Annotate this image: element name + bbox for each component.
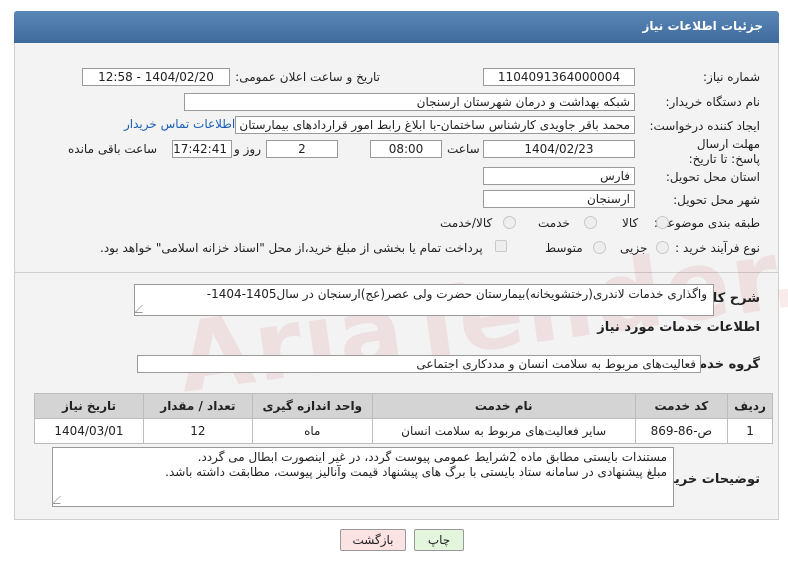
col-service-name: نام خدمت [371,393,636,419]
col-need-date: تاریخ نیاز [34,393,144,419]
days-label: روز و [234,142,261,156]
deadline-time-label: ساعت [447,142,480,156]
city-field[interactable]: ارسنجان [483,190,635,208]
creator-label: ایجاد کننده درخواست: [649,119,760,133]
col-row-number: ردیف [727,393,773,419]
buyer-notes-textarea[interactable]: مستندات بایستی مطابق ماده 2شرایط عمومی پ… [52,447,674,507]
creator-field[interactable]: محمد باقر جاویدی کارشناس ساختمان-با ابلا… [235,116,635,134]
services-section-title: اطلاعات خدمات مورد نیاز [597,320,760,335]
buyer-org-field[interactable]: شبکه بهداشت و درمان شهرستان ارسنجان [184,93,635,111]
resize-handle-icon[interactable] [52,496,68,504]
category-service-label: خدمت [538,216,570,230]
remaining-label: ساعت باقی مانده [68,142,158,156]
cell-service-code: ص-86-869 [634,418,729,444]
panel-header: جزئیات اطلاعات نیاز [14,11,779,43]
deadline-time-field[interactable]: 08:00 [370,140,442,158]
col-service-code: کد خدمت [634,393,729,419]
table-row[interactable]: 1 ص-86-869 سایر فعالیت‌های مربوط به سلام… [34,418,773,444]
category-service-radio[interactable] [584,216,597,229]
col-quantity: تعداد / مقدار [142,393,253,419]
category-goods-radio[interactable] [656,216,669,229]
panel-title: جزئیات اطلاعات نیاز [642,19,763,33]
col-unit: واحد اندازه گیری [251,393,373,419]
cell-quantity: 12 [142,418,253,444]
buyer-contact-link[interactable]: اطلاعات تماس خریدار [124,117,235,131]
resize-handle-icon[interactable] [134,305,150,313]
category-goods-service-label: کالا/خدمت [440,216,493,230]
print-button[interactable]: چاپ [414,529,464,551]
treasury-payment-checkbox[interactable] [495,240,507,252]
announce-label: تاریخ و ساعت اعلان عمومی: [235,70,380,84]
services-table: ردیف کد خدمت نام خدمت واحد اندازه گیری ت… [34,393,773,444]
province-field[interactable]: فارس [483,167,635,185]
cell-unit: ماه [251,418,373,444]
province-label: استان محل تحویل: [665,170,760,184]
description-text: واگذاری خدمات لاندری(رختشویخانه)بیمارستا… [206,287,707,301]
city-label: شهر محل تحویل: [673,193,760,207]
service-group-field[interactable]: فعالیت‌های مربوط به سلامت انسان و مددکار… [137,355,701,373]
need-number-field[interactable]: 1104091364000004 [483,68,635,86]
treasury-payment-note: پرداخت تمام یا بخشی از مبلغ خرید،از محل … [100,241,483,255]
cell-need-date: 1404/03/01 [34,418,144,444]
category-goods-service-radio[interactable] [503,216,516,229]
announce-date-field[interactable]: 1404/02/20 - 12:58 [82,68,230,86]
days-field[interactable]: 2 [266,140,338,158]
cell-service-name: سایر فعالیت‌های مربوط به سلامت انسان [371,418,636,444]
deadline-label: مهلت ارسال پاسخ: تا تاریخ: [688,137,760,166]
deadline-date-field[interactable]: 1404/02/23 [483,140,635,158]
description-textarea[interactable]: واگذاری خدمات لاندری(رختشویخانه)بیمارستا… [134,284,714,316]
back-button[interactable]: بازگشت [340,529,406,551]
remaining-time-field[interactable]: 17:42:41 [172,140,232,158]
need-number-label: شماره نیاز: [703,70,760,84]
cell-row-number: 1 [727,418,773,444]
buyer-notes-line-2: مبلغ پیشنهادی در سامانه ستاد بایستی با ب… [165,465,667,479]
buyer-org-label: نام دستگاه خریدار: [665,95,761,109]
category-goods-label: کالا [622,216,639,230]
table-header-row: ردیف کد خدمت نام خدمت واحد اندازه گیری ت… [34,393,773,419]
buyer-notes-line-1: مستندات بایستی مطابق ماده 2شرایط عمومی پ… [197,450,667,464]
